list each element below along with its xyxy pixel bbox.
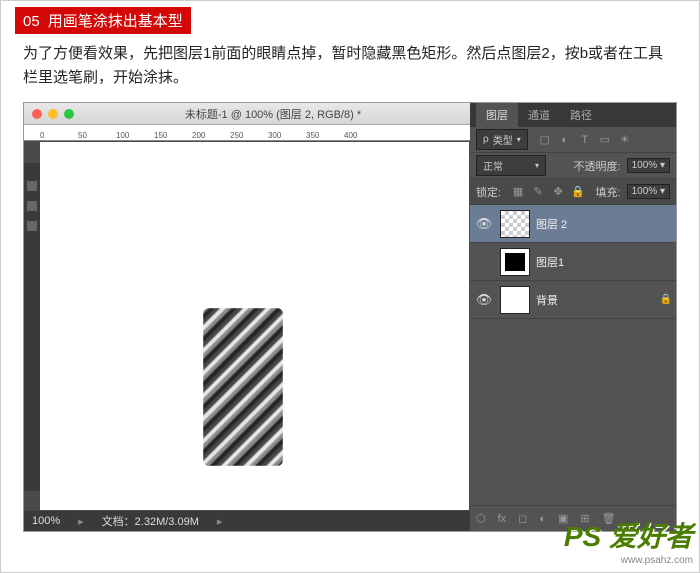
canvas-pane: 未标题-1 @ 100% (图层 2, RGB/8) * 05010015020…: [24, 103, 470, 531]
layer-row[interactable]: 👁 图层 2: [470, 205, 676, 243]
layer-name[interactable]: 背景: [536, 292, 654, 308]
search-icon: ρ: [483, 134, 489, 145]
layer-name[interactable]: 图层 2: [536, 216, 672, 232]
filter-adjust-icon[interactable]: ◐: [558, 133, 572, 147]
window-controls: [32, 109, 74, 119]
fill-input[interactable]: 100% ▾: [627, 184, 670, 199]
filter-smart-icon[interactable]: ☀: [618, 133, 632, 147]
filter-image-icon[interactable]: ▢: [538, 133, 552, 147]
layers-panel: 图层 通道 路径 ρ类型▾ ▢ ◐ T ▭ ☀ 正常▾ 不透明度: 100% ▾: [470, 103, 676, 531]
brush-stroke-area: [203, 308, 283, 466]
mask-icon[interactable]: ◻: [518, 512, 527, 525]
visibility-toggle[interactable]: 👁: [474, 292, 494, 308]
lock-all-icon[interactable]: 🔒: [571, 185, 585, 199]
step-description: 为了方便看效果，先把图层1前面的眼睛点掉，暂时隐藏黑色矩形。然后点图层2，按b或…: [23, 42, 677, 90]
document-size: 文档：2.32M/3.09M: [102, 513, 199, 529]
watermark: PS 爱好者 www.psahz.com: [564, 515, 693, 566]
layers-list: 👁 图层 2 图层1 👁 背景 🔒: [470, 205, 676, 505]
ruler-horizontal: 050100150200250300350400: [24, 125, 470, 141]
opacity-input[interactable]: 100% ▾: [627, 158, 670, 173]
panel-tabs: 图层 通道 路径: [470, 103, 676, 127]
layer-row[interactable]: 图层1: [470, 243, 676, 281]
canvas[interactable]: [40, 142, 469, 510]
layer-kind-select[interactable]: ρ类型▾: [476, 129, 528, 150]
lock-label: 锁定:: [476, 184, 501, 200]
selection-marquee: [203, 308, 283, 466]
step-number: 05: [23, 13, 40, 30]
blend-mode-select[interactable]: 正常▾: [476, 155, 546, 176]
adjustment-icon[interactable]: ◐: [539, 513, 546, 525]
tab-paths[interactable]: 路径: [560, 103, 602, 127]
blend-row: 正常▾ 不透明度: 100% ▾: [470, 153, 676, 179]
visibility-toggle[interactable]: 👁: [474, 216, 494, 232]
lock-transparency-icon[interactable]: ▦: [511, 185, 525, 199]
maximize-icon[interactable]: [64, 109, 74, 119]
step-badge: 05 用画笔涂抹出基本型: [15, 7, 191, 34]
zoom-level[interactable]: 100%: [32, 515, 60, 527]
tab-layers[interactable]: 图层: [476, 103, 518, 127]
layer-thumbnail[interactable]: [500, 248, 530, 276]
filter-text-icon[interactable]: T: [578, 133, 592, 147]
close-icon[interactable]: [32, 109, 42, 119]
filter-row: ρ类型▾ ▢ ◐ T ▭ ☀: [470, 127, 676, 153]
status-bar: 100% ▸ 文档：2.32M/3.09M ▸: [24, 511, 470, 531]
ruler-vertical: [24, 163, 40, 491]
photoshop-window: 未标题-1 @ 100% (图层 2, RGB/8) * 05010015020…: [23, 102, 677, 532]
opacity-label: 不透明度:: [574, 158, 621, 174]
layer-thumbnail[interactable]: [500, 286, 530, 314]
lock-icon: 🔒: [660, 294, 672, 305]
document-title: 未标题-1 @ 100% (图层 2, RGB/8) *: [84, 106, 462, 122]
lock-position-icon[interactable]: ✥: [551, 185, 565, 199]
layer-row[interactable]: 👁 背景 🔒: [470, 281, 676, 319]
tab-channels[interactable]: 通道: [518, 103, 560, 127]
link-layers-icon[interactable]: ⬡: [476, 512, 486, 525]
titlebar: 未标题-1 @ 100% (图层 2, RGB/8) *: [24, 103, 470, 125]
lock-pixels-icon[interactable]: ✎: [531, 185, 545, 199]
fill-label: 填充:: [596, 184, 621, 200]
lock-row: 锁定: ▦ ✎ ✥ 🔒 填充: 100% ▾: [470, 179, 676, 205]
filter-shape-icon[interactable]: ▭: [598, 133, 612, 147]
layer-name[interactable]: 图层1: [536, 254, 672, 270]
step-title: 用画笔涂抹出基本型: [48, 13, 183, 30]
layer-thumbnail[interactable]: [500, 210, 530, 238]
fx-icon[interactable]: fx: [498, 513, 507, 525]
minimize-icon[interactable]: [48, 109, 58, 119]
